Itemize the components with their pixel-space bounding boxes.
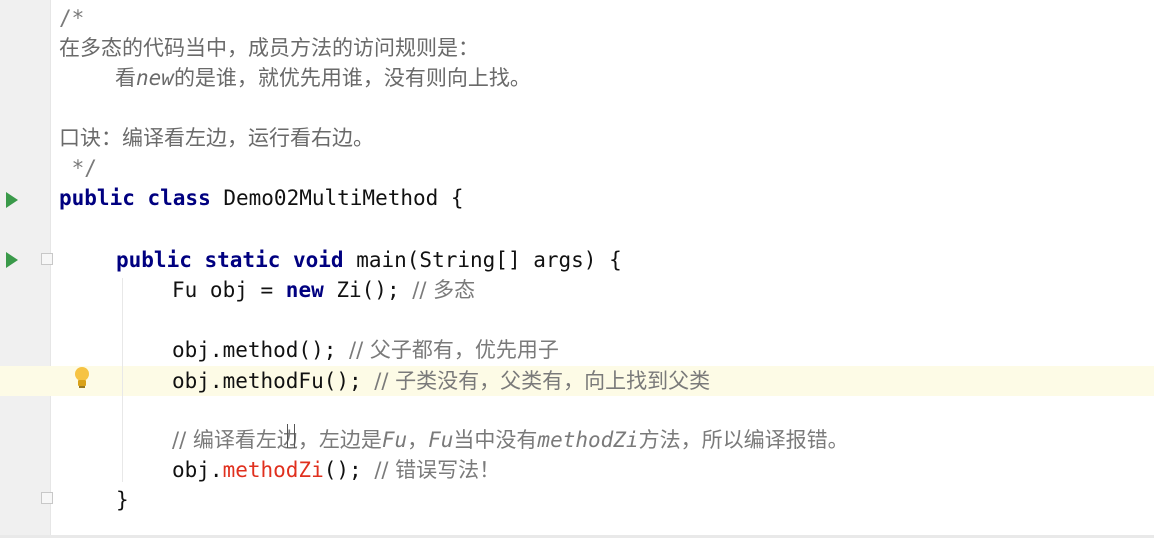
comment-compile-em3: methodZi <box>537 428 639 452</box>
code-line-method-zi[interactable]: obj.methodZi(); // 错误写法！ <box>172 455 500 485</box>
code-obj-method: obj.method(); <box>172 338 350 362</box>
doc-text-2-em: new <box>136 66 174 90</box>
doc-text-1: 在多态的代码当中，成员方法的访问规则是： <box>59 36 479 60</box>
comment-polymorphism: // 多态 <box>412 278 476 302</box>
code-line-class-decl[interactable]: public class Demo02MultiMethod { <box>59 183 464 213</box>
run-main-icon[interactable] <box>6 252 18 268</box>
code-zi: Zi(); <box>323 278 413 302</box>
doc-text-2a: 看 <box>115 66 136 90</box>
code-line-comment-open[interactable]: /* <box>59 3 84 33</box>
editor-gutter <box>0 0 51 538</box>
code-fu-obj: Fu obj = <box>172 278 286 302</box>
comment-close-text: */ <box>59 156 97 180</box>
comment-method-fu: // 子类没有，父类有，向上找到父类 <box>374 369 711 393</box>
lightbulb-icon[interactable] <box>72 365 92 389</box>
code-line-doc-1[interactable]: 在多态的代码当中，成员方法的访问规则是： <box>59 33 479 63</box>
code-obj: obj. <box>172 458 223 482</box>
text-cursor-icon <box>287 424 295 448</box>
comment-compile-c: 当中没有 <box>453 428 538 452</box>
fold-end-icon[interactable] <box>41 492 53 504</box>
code-obj-method-fu: obj.methodFu(); <box>172 369 375 393</box>
code-line-method[interactable]: obj.method(); // 父子都有，优先用子 <box>172 335 559 365</box>
code-line-main-decl[interactable]: public static void main(String[] args) { <box>116 245 622 275</box>
code-line-doc-2[interactable]: 看new的是谁，就优先用谁，没有则向上找。 <box>115 63 531 93</box>
comment-compile-a: // 编译看左边，左边是 <box>172 428 382 452</box>
comment-compile-b: ， <box>407 428 429 452</box>
code-line-close-brace[interactable]: } <box>116 485 129 515</box>
code-line-fu-obj[interactable]: Fu obj = new Zi(); // 多态 <box>172 275 475 305</box>
comment-compile-d: 方法，所以编译报错。 <box>638 428 849 452</box>
code-line-doc-3[interactable]: 口诀：编译看左边，运行看右边。 <box>59 123 374 153</box>
comment-error: // 错误写法！ <box>374 458 501 482</box>
code-line-compile-comment[interactable]: // 编译看左边，左边是Fu，Fu当中没有methodZi方法，所以编译报错。 <box>172 425 849 455</box>
comment-compile-em2: Fu <box>428 428 454 452</box>
class-name: Demo02MultiMethod { <box>210 186 464 210</box>
code-line-method-fu[interactable]: obj.methodFu(); // 子类没有，父类有，向上找到父类 <box>172 366 710 396</box>
indent-guide <box>122 278 123 482</box>
keyword-public-class: public class <box>59 186 211 210</box>
fold-method-icon[interactable] <box>41 253 53 265</box>
code-call-end: (); <box>323 458 375 482</box>
comment-compile-em1: Fu <box>381 428 408 452</box>
doc-text-3: 口诀：编译看左边，运行看右边。 <box>59 126 374 150</box>
closing-brace: } <box>116 488 129 512</box>
comment-open-text: /* <box>59 6 85 30</box>
main-signature: main(String[] args) { <box>343 248 622 272</box>
doc-text-2b: 的是谁，就优先用谁，没有则向上找。 <box>173 66 531 90</box>
keyword-new: new <box>285 278 324 302</box>
run-class-icon[interactable] <box>6 192 18 208</box>
comment-method: // 父子都有，优先用子 <box>349 338 559 362</box>
error-method-zi: methodZi <box>222 458 324 482</box>
code-line-comment-close[interactable]: */ <box>59 153 97 183</box>
keyword-public-static-void: public static void <box>116 248 344 272</box>
